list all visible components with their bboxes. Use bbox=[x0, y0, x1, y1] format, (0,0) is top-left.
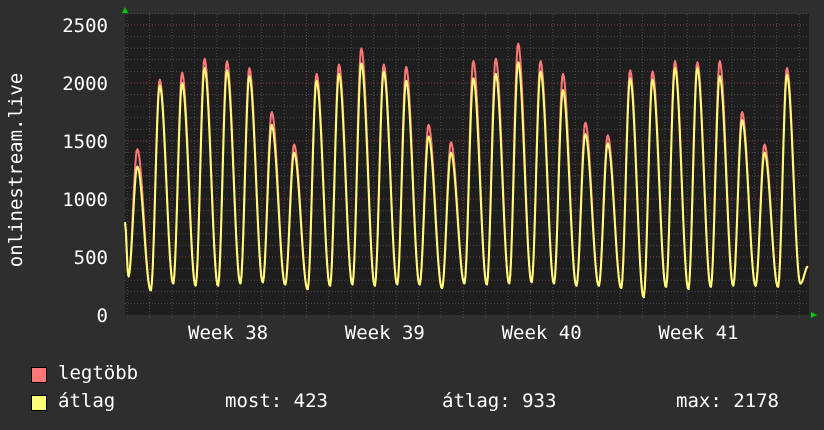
legend-swatch-max bbox=[31, 367, 47, 383]
legend-swatch-avg bbox=[31, 395, 47, 411]
legend-max-label: legtöbb bbox=[58, 362, 139, 384]
x-axis-arrow-icon bbox=[811, 312, 817, 318]
x-axis-ticks: Week 38 Week 39 Week 40 Week 41 bbox=[188, 322, 738, 344]
stat-now: most: 423 bbox=[225, 390, 328, 412]
y-tick-label: 2000 bbox=[62, 73, 108, 95]
y-tick-label: 2500 bbox=[62, 15, 108, 37]
y-tick-label: 1500 bbox=[62, 131, 108, 153]
x-tick-label: Week 38 bbox=[188, 322, 268, 344]
y-tick-label: 1000 bbox=[62, 189, 108, 211]
y-tick-label: 500 bbox=[74, 247, 108, 269]
x-tick-label: Week 41 bbox=[658, 322, 738, 344]
y-tick-label: 0 bbox=[97, 305, 108, 327]
legend-avg-label: átlag bbox=[58, 390, 116, 412]
stat-max: max: 2178 bbox=[676, 390, 779, 412]
x-tick-label: Week 39 bbox=[345, 322, 425, 344]
stat-average: átlag: 933 bbox=[442, 390, 557, 412]
y-axis-ticks: 0 500 1000 1500 2000 2500 bbox=[62, 15, 108, 327]
x-tick-label: Week 40 bbox=[502, 322, 582, 344]
y-axis-label: onlinestream.live bbox=[5, 73, 27, 267]
y-axis-arrow-icon bbox=[122, 7, 128, 13]
